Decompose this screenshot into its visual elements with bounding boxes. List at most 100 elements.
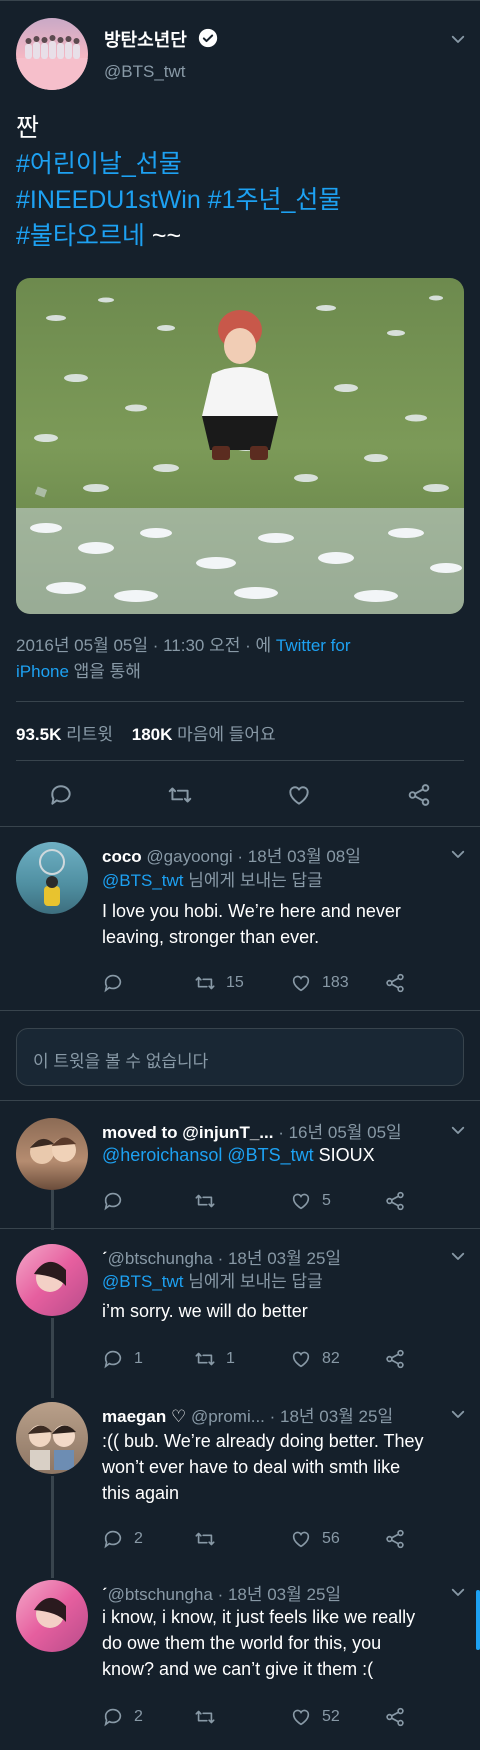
share-button[interactable] [384, 972, 406, 994]
retweet-icon [195, 1194, 215, 1208]
like-count: 52 [322, 1708, 340, 1725]
reply-date: · 18년 03월 25일 [212, 1249, 342, 1268]
reply-icon [104, 1350, 122, 1369]
mention-link[interactable]: @BTS_twt [102, 1272, 184, 1291]
reply-author-name[interactable]: coco [102, 847, 142, 866]
reply-button[interactable] [102, 1190, 124, 1212]
share-button[interactable] [384, 1706, 406, 1728]
reply-avatar[interactable] [16, 1580, 88, 1652]
share-button[interactable] [384, 1528, 406, 1550]
retweet-button[interactable] [194, 1706, 216, 1728]
top-border [0, 0, 480, 1]
source-app-link-2[interactable]: iPhone [16, 662, 69, 681]
mention-link[interactable]: @heroichansol [102, 1145, 222, 1165]
unavailable-tweet-card: 이 트윗을 볼 수 없습니다 [16, 1028, 464, 1086]
chevron-down-icon[interactable] [449, 30, 467, 48]
verified-icon [198, 28, 218, 48]
like-count: 183 [322, 974, 349, 991]
retweets-count[interactable]: 93.5K [16, 725, 61, 744]
reply-text: i know, i know, it just feels like we re… [102, 1604, 415, 1682]
divider [0, 1010, 480, 1011]
reply-text-line: I love you hobi. We’re here and never [102, 901, 401, 921]
reply-icon[interactable] [48, 782, 74, 808]
chevron-down-icon[interactable] [449, 1583, 467, 1601]
share-icon [386, 1707, 404, 1727]
mention-link[interactable]: @BTS_twt [227, 1145, 313, 1165]
retweets-label[interactable]: 리트윗 [61, 725, 113, 744]
share-icon[interactable] [406, 782, 432, 808]
reply-text: I love you hobi. We’re here and never le… [102, 898, 401, 950]
reply-header: moved to @injunT_... · 16년 05월 05일 [102, 1118, 402, 1143]
tweet-text: 짠 #어린이날_선물 #INEEDU1stWin #1주년_선물 #불타오르네 … [16, 110, 341, 254]
share-button[interactable] [384, 1348, 406, 1370]
scrollbar-thumb[interactable] [476, 1590, 480, 1650]
tweet-handle[interactable]: @BTS_twt [104, 62, 186, 82]
reply-avatar[interactable] [16, 1244, 88, 1316]
retweet-button[interactable] [194, 1190, 216, 1212]
reply-button[interactable]: 2 [102, 1706, 143, 1728]
tweet-photo[interactable] [16, 278, 464, 614]
reply-to-line: @BTS_twt 님에게 보내는 답글 [102, 868, 323, 894]
like-icon[interactable] [286, 782, 312, 808]
retweet-button[interactable]: 15 [194, 972, 244, 994]
share-icon [386, 1349, 404, 1369]
bts-avatar[interactable] [16, 18, 88, 90]
like-button[interactable]: 82 [290, 1348, 340, 1370]
reply-count: 2 [134, 1530, 143, 1547]
share-button[interactable] [384, 1190, 406, 1212]
retweet-button[interactable]: 1 [194, 1348, 235, 1370]
retweet-button[interactable] [194, 1528, 216, 1550]
reply-author-name[interactable]: maegan ♡ [102, 1407, 186, 1426]
reply-button[interactable]: 1 [102, 1348, 143, 1370]
retweet-icon[interactable] [166, 782, 194, 808]
like-button[interactable]: 56 [290, 1528, 340, 1550]
chevron-down-icon[interactable] [449, 1121, 467, 1139]
reply-author-handle[interactable]: @promi... [191, 1407, 265, 1426]
reply-date: · 18년 03월 08일 [232, 847, 361, 866]
hashtag-link[interactable]: #1주년_선물 [208, 186, 342, 214]
likes-label[interactable]: 마음에 들어요 [172, 725, 276, 744]
hashtag-link[interactable]: #INEEDU1stWin [16, 186, 201, 214]
like-icon [292, 1351, 310, 1368]
reply-text: @heroichansol @BTS_twt SIOUX [102, 1142, 375, 1168]
divider [16, 760, 464, 761]
like-button[interactable]: 52 [290, 1706, 340, 1728]
reply-button[interactable] [102, 972, 124, 994]
reply-text-line: SIOUX [313, 1145, 375, 1165]
reply-avatar[interactable] [16, 842, 88, 914]
reply-author-name[interactable]: moved to @injunT_... [102, 1123, 273, 1142]
reply-text: i’m sorry. we will do better [102, 1301, 308, 1321]
thread-line [51, 1318, 54, 1398]
reply-author-handle[interactable]: @btschungha [108, 1249, 213, 1268]
reply-text-line: won’t ever have to deal with smth like [102, 1457, 401, 1477]
chevron-down-icon[interactable] [449, 845, 467, 863]
divider [0, 1100, 480, 1101]
chevron-down-icon[interactable] [449, 1405, 467, 1423]
share-icon [386, 1191, 404, 1211]
reply-text-line: do owe them the world for this, you [102, 1633, 382, 1653]
hashtag-link[interactable]: #불타오르네 [16, 222, 145, 250]
chevron-down-icon[interactable] [449, 1247, 467, 1265]
reply-header: ˊ@btschungha · 18년 03월 25일 [102, 1580, 341, 1605]
reply-text-line: this again [102, 1483, 180, 1503]
reply-button[interactable]: 2 [102, 1528, 143, 1550]
tweet-timestamp: 2016년 05월 05일 · 11:30 오전 · 에 Twitter for… [16, 633, 464, 685]
hashtag-link[interactable]: #어린이날_선물 [16, 150, 182, 178]
reply-avatar[interactable] [16, 1402, 88, 1474]
reply-author-handle[interactable]: @gayoongi [146, 847, 232, 866]
mention-link[interactable]: @BTS_twt [102, 871, 184, 890]
tweet-text-line1: 짠 [16, 114, 40, 142]
share-icon [386, 973, 404, 993]
reply-author-handle[interactable]: @btschungha [108, 1585, 213, 1604]
like-button[interactable]: 183 [290, 972, 349, 994]
source-app-link[interactable]: Twitter for [276, 636, 351, 655]
divider [16, 701, 464, 702]
tweet-display-name[interactable]: 방탄소년단 [104, 26, 187, 52]
like-button[interactable]: 5 [290, 1190, 331, 1212]
unavailable-tweet-text: 이 트윗을 볼 수 없습니다 [33, 1052, 209, 1071]
reply-avatar[interactable] [16, 1118, 88, 1190]
reply-text-line: i know, i know, it just feels like we re… [102, 1607, 416, 1627]
retweet-count: 15 [226, 974, 244, 991]
like-count: 5 [322, 1192, 331, 1209]
likes-count[interactable]: 180K [132, 725, 173, 744]
